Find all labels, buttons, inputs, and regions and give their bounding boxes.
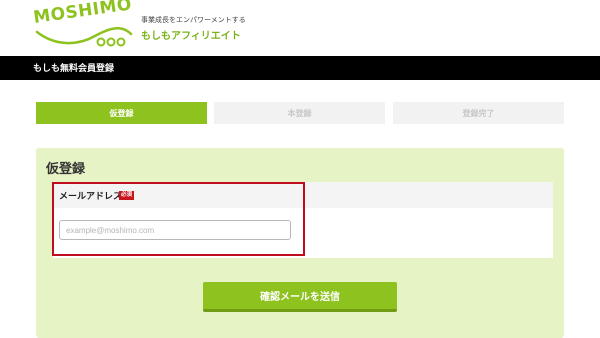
tagline: 事業成長をエンパワーメントする xyxy=(141,16,246,24)
logo-swoosh-icon xyxy=(35,27,133,47)
step-provisional-registration: 仮登録 xyxy=(36,102,207,124)
send-confirmation-button[interactable]: 確認メールを送信 xyxy=(203,282,397,312)
email-label-row: メールアドレス 必須 xyxy=(53,182,553,208)
registration-form-panel: 仮登録 メールアドレス 必須 確認メールを送信 xyxy=(36,148,564,338)
form-title: 仮登録 xyxy=(46,162,86,177)
page-title-bar: もしも無料会員登録 xyxy=(0,56,600,80)
moshimo-logo[interactable]: MOSHIMO xyxy=(32,0,135,50)
email-label: メールアドレス xyxy=(59,192,123,202)
email-input[interactable] xyxy=(59,220,291,240)
site-header: MOSHIMO 事業成長をエンパワーメントする もしもアフィリエイト xyxy=(0,0,600,56)
step-registration-complete: 登録完了 xyxy=(393,102,564,124)
brand-name[interactable]: もしもアフィリエイト xyxy=(141,27,241,42)
required-badge: 必須 xyxy=(119,191,135,200)
page-title: もしも無料会員登録 xyxy=(33,64,115,74)
email-field-group: メールアドレス 必須 xyxy=(53,182,553,258)
step-full-registration: 本登録 xyxy=(214,102,385,124)
